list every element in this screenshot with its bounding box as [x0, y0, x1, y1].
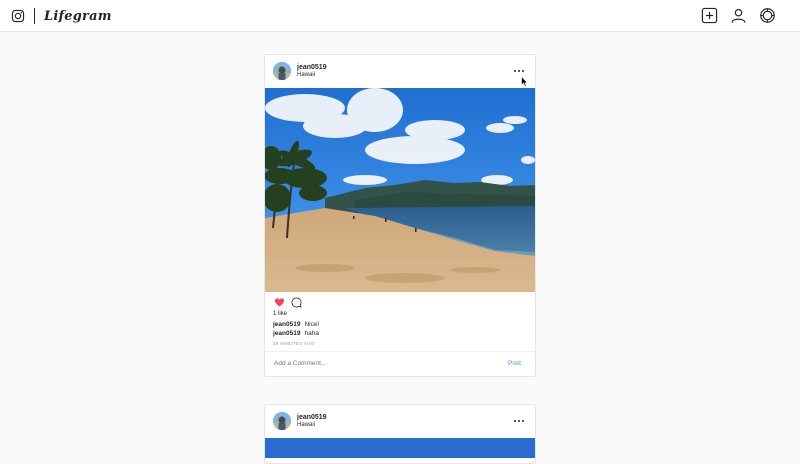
post-actions — [265, 292, 535, 314]
post-header: jean0519 Hawaii — [265, 405, 535, 438]
new-post-icon[interactable] — [701, 7, 718, 24]
post-photo[interactable] — [265, 438, 535, 458]
post-username[interactable]: jean0519 — [297, 414, 327, 422]
profile-icon[interactable] — [730, 7, 747, 24]
post-card: jean0519 Hawaii — [264, 404, 536, 464]
avatar-image — [273, 62, 291, 80]
comment-username[interactable]: jean0519 — [273, 321, 300, 328]
post-username[interactable]: jean0519 — [297, 64, 327, 72]
add-comment-input[interactable] — [274, 360, 474, 367]
comment-bubble-icon[interactable] — [291, 297, 302, 308]
like-heart-icon[interactable] — [274, 297, 285, 308]
brand[interactable]: Lifegram — [11, 7, 112, 25]
comment-text: Nice! — [304, 321, 320, 328]
instagram-logo-icon — [11, 9, 25, 23]
top-navigation-bar: Lifegram — [0, 0, 800, 32]
post-photo[interactable] — [265, 88, 535, 292]
brand-divider — [34, 8, 35, 24]
brand-name: Lifegram — [44, 8, 112, 24]
post-location[interactable]: Hawaii — [297, 72, 315, 79]
like-count[interactable]: 1 like — [273, 311, 287, 318]
post-card: jean0519 Hawaii — [264, 54, 536, 377]
more-options-icon[interactable] — [513, 418, 525, 424]
avatar-image — [273, 412, 291, 430]
avatar[interactable] — [273, 412, 291, 430]
comment-item: jean0519 haha — [273, 330, 319, 338]
comment-text: haha — [304, 330, 319, 337]
comment-item: jean0519 Nice! — [273, 321, 319, 329]
comment-username[interactable]: jean0519 — [273, 330, 300, 337]
avatar[interactable] — [273, 62, 291, 80]
settings-icon[interactable] — [759, 7, 776, 24]
more-options-icon[interactable] — [513, 68, 525, 74]
nav-icons — [701, 7, 776, 24]
mouse-cursor-icon — [521, 76, 528, 87]
post-timestamp: 38 MINUTES AGO — [273, 341, 315, 346]
post-comment-button[interactable]: Post — [508, 360, 521, 367]
post-location[interactable]: Hawaii — [297, 422, 315, 429]
add-comment-bar: Post — [265, 351, 535, 376]
post-header: jean0519 Hawaii — [265, 55, 535, 88]
